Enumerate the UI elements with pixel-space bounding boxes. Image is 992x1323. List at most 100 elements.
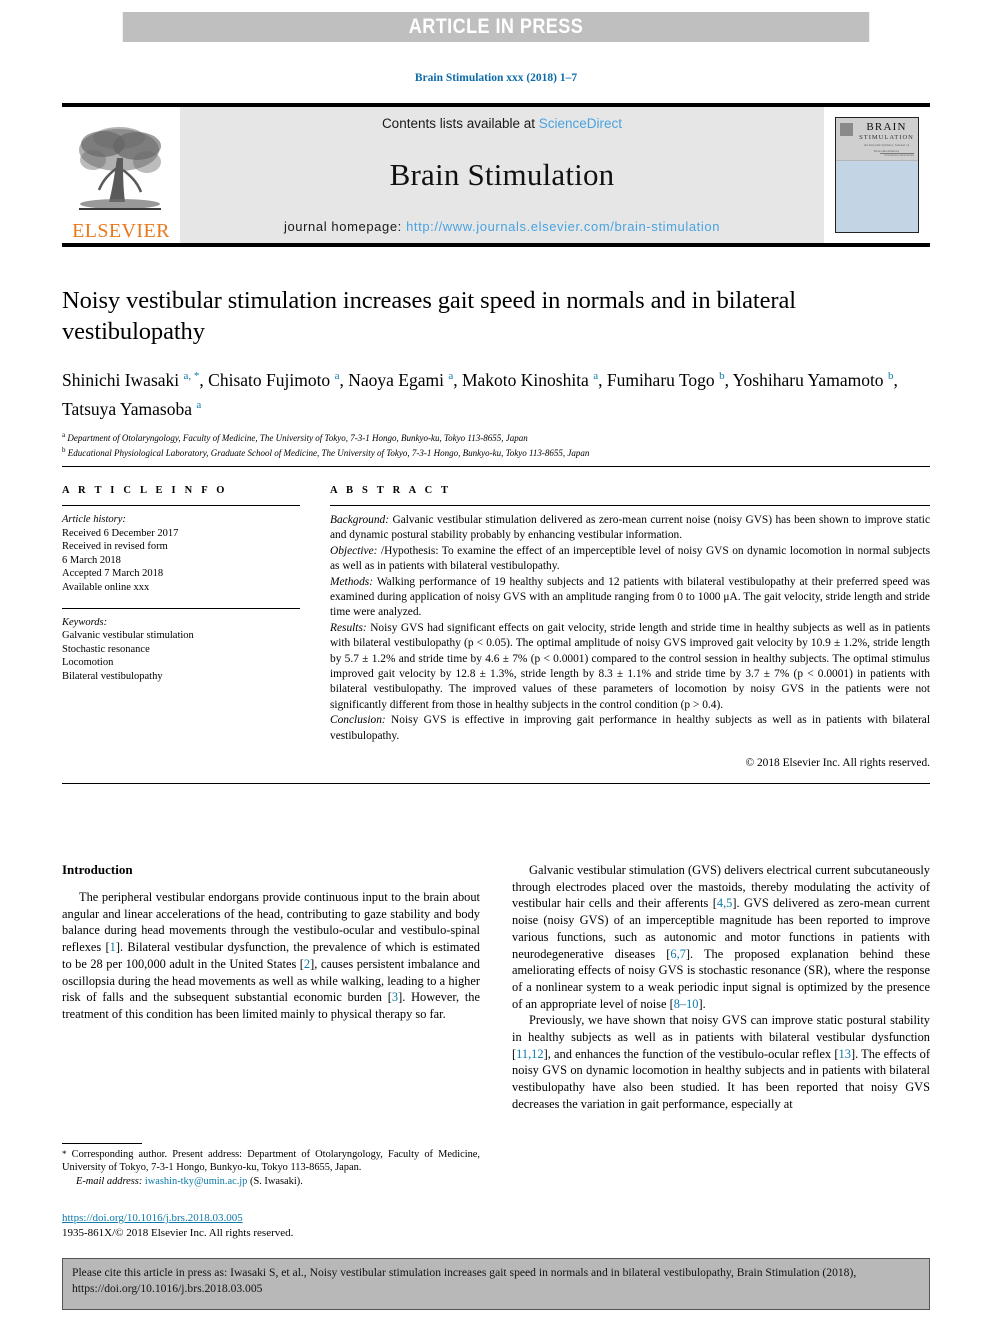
keyword-item: Galvanic vestibular stimulation (62, 630, 194, 642)
abstract-column: A B S T R A C T Background: Galvanic ves… (318, 467, 930, 769)
corresponding-author-note: * Corresponding author. Present address:… (62, 1148, 480, 1188)
abstract-section-text: Noisy GVS is effective in improving gait… (330, 714, 930, 742)
keywords-rule (62, 607, 300, 609)
citation-link[interactable]: 6,7 (670, 947, 686, 961)
abstract-section-label: Background: (330, 514, 390, 526)
citation-link[interactable]: 4,5 (717, 896, 733, 910)
abstract-section: Objective: /Hypothesis: To examine the e… (330, 544, 930, 575)
journal-cover-thumbnail[interactable]: BRAIN STIMULATION An Interdisciplinary J… (824, 107, 930, 243)
abstract-rule (330, 505, 930, 506)
article-info-rule (62, 505, 300, 506)
footnote-rule (62, 1143, 142, 1144)
citation-link[interactable]: 11,12 (516, 1047, 543, 1061)
abstract-section: Results: Noisy GVS had significant effec… (330, 621, 930, 713)
homepage-label: journal homepage: (283, 219, 407, 234)
issn-copyright-line: 1935-861X/© 2018 Elsevier Inc. All right… (62, 1226, 294, 1239)
article-history-label: Article history: (62, 514, 126, 525)
author-affiliation-mark: a (196, 398, 202, 411)
keyword-item: Bilateral vestibulopathy (62, 670, 163, 682)
cover-title-line1: BRAIN (866, 121, 907, 133)
author-affiliation-mark: a (448, 370, 454, 382)
cover-band: BRAIN STIMULATION An Interdisciplinary J… (836, 118, 918, 161)
footnote-area: * Corresponding author. Present address:… (62, 1143, 480, 1188)
affiliation-line: a Department of Otolaryngology, Faculty … (62, 430, 528, 443)
author-affiliation-mark: b (719, 370, 725, 382)
info-abstract-block: A R T I C L E I N F O Article history: R… (62, 466, 930, 785)
cover-titles: BRAIN STIMULATION An Interdisciplinary J… (858, 122, 915, 154)
affiliation-mark: b (62, 446, 66, 455)
intro-paragraph-right-2: Previously, we have shown that noisy GVS… (512, 1012, 930, 1112)
article-info-heading: A R T I C L E I N F O (62, 485, 228, 496)
masthead-center: Contents lists available at ScienceDirec… (180, 107, 824, 243)
abstract-copyright: © 2018 Elsevier Inc. All rights reserved… (745, 757, 930, 770)
article-history-line: 6 March 2018 (62, 554, 121, 566)
author-affiliation-mark: b (887, 370, 894, 382)
affiliation-line: b Educational Physiological Laboratory, … (62, 446, 590, 459)
intro-paragraph-right-1: Galvanic vestibular stimulation (GVS) de… (512, 862, 930, 1012)
author-name: Shinichi Iwasaki (62, 369, 184, 390)
sciencedirect-link[interactable]: ScienceDirect (539, 116, 622, 131)
intro-paragraph-left: The peripheral vestibular endorgans prov… (62, 889, 480, 1023)
journal-title: Brain Stimulation (389, 157, 615, 192)
abstract-body: Background: Galvanic vestibular stimulat… (330, 513, 930, 744)
article-info-column: A R T I C L E I N F O Article history: R… (62, 467, 318, 769)
abstract-heading: A B S T R A C T (330, 485, 452, 496)
keywords-lines: Galvanic vestibular stimulation Stochasti… (62, 629, 300, 683)
article-in-press-banner: ARTICLE IN PRESS (122, 12, 870, 42)
cite-text: Please cite this article in press as: Iw… (72, 1265, 920, 1297)
journal-homepage-link[interactable]: http://www.journals.elsevier.com/brain-s… (406, 219, 720, 234)
running-head: Brain Stimulation xxx (2018) 1–7 (414, 72, 578, 84)
author-name: Chisato Fujimoto (208, 369, 335, 390)
author-name: Naoya Egami (348, 369, 449, 390)
intro-right-2-text: ], and enhances the function of the vest… (543, 1046, 839, 1061)
article-history-line: Accepted 7 March 2018 (62, 568, 164, 580)
body-column-right: Galvanic vestibular stimulation (GVS) de… (512, 862, 930, 1113)
doi-link[interactable]: https://doi.org/10.1016/j.brs.2018.03.00… (62, 1211, 492, 1226)
citation-link[interactable]: 13 (839, 1047, 851, 1061)
title-block: Noisy vestibular stimulation increases g… (62, 285, 930, 460)
author-name: Tatsuya Yamasoba (62, 398, 197, 419)
abstract-section-text: Walking performance of 19 healthy subjec… (330, 575, 930, 619)
doi-block: https://doi.org/10.1016/j.brs.2018.03.00… (62, 1211, 492, 1240)
article-history-line: Received in revised form (62, 541, 168, 553)
intro-right-1-text: ]. (698, 996, 706, 1011)
citation-link[interactable]: 8–10 (674, 997, 699, 1011)
abstract-section: Background: Galvanic vestibular stimulat… (330, 513, 930, 544)
email-line: E-mail address: iwashin-tky@umin.ac.jp (… (62, 1175, 480, 1188)
affiliation-mark: a (62, 430, 66, 439)
journal-homepage-line: journal homepage: http://www.journals.el… (284, 219, 720, 234)
main-body: Introduction The peripheral vestibular e… (62, 862, 930, 1113)
keywords-section: Keywords: Galvanic vestibular stimulatio… (62, 616, 300, 684)
abstract-section-text: /Hypothesis: To examine the effect of an… (330, 544, 930, 573)
author-name: Fumiharu Togo (606, 369, 720, 390)
body-column-left: Introduction The peripheral vestibular e… (62, 862, 480, 1113)
abstract-section-label: Methods: (330, 575, 374, 588)
email-link[interactable]: iwashin-tky@umin.ac.jp (145, 1176, 248, 1187)
keywords-label: Keywords: (62, 616, 108, 628)
abstract-section: Conclusion: Noisy GVS is effective in im… (330, 713, 930, 744)
cite-this-article-box: Please cite this article in press as: Iw… (62, 1258, 930, 1310)
abstract-section-label: Results: (330, 621, 367, 634)
article-history: Article history: Received 6 December 201… (62, 513, 300, 595)
article-history-line: Available online xxx (62, 581, 150, 593)
elsevier-wordmark: ELSEVIER (72, 220, 170, 242)
keyword-item: Stochastic resonance (62, 643, 150, 655)
article-history-lines: Received 6 December 2017 Received in revi… (62, 527, 300, 595)
abstract-section-text: Galvanic vestibular stimulation delivere… (330, 514, 930, 542)
journal-masthead: ELSEVIER Contents lists available at Sci… (62, 103, 930, 247)
keyword-item: Locomotion (62, 657, 114, 669)
cover-title-line2: STIMULATION (859, 134, 914, 141)
abstract-section: Methods: Walking performance of 19 healt… (330, 575, 930, 621)
introduction-heading: Introduction (62, 862, 133, 877)
info-abstract-bottom-rule (62, 783, 930, 785)
author-affiliation-mark: a (593, 370, 599, 382)
author-name: Yoshiharu Yamamoto (732, 369, 888, 390)
affiliation-list: a Department of Otolaryngology, Faculty … (62, 429, 930, 460)
article-title: Noisy vestibular stimulation increases g… (62, 287, 796, 345)
email-owner: (S. Iwasaki). (250, 1175, 303, 1187)
journal-article-page: ARTICLE IN PRESS Brain Stimulation xxx (… (0, 0, 992, 1323)
contents-prefix: Contents lists available at (381, 116, 539, 131)
abstract-section-text: Noisy GVS had significant effects on gai… (330, 621, 930, 711)
abstract-section-label: Objective: (330, 544, 378, 557)
author-affiliation-mark: a (334, 370, 340, 382)
